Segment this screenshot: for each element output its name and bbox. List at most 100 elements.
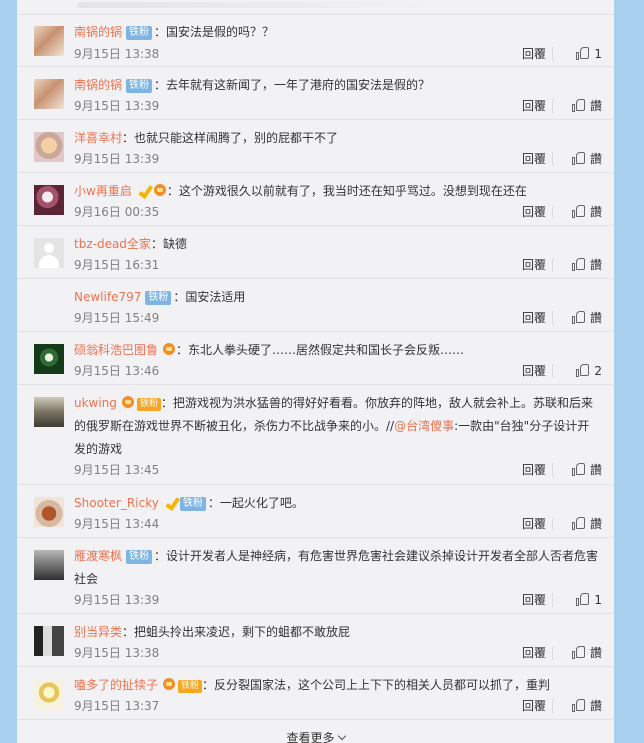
fan-badge[interactable]: 铁粉: [126, 79, 153, 93]
like-count: 讚: [589, 152, 602, 166]
thumb-up-icon: [571, 516, 586, 530]
reply-button[interactable]: 回覆: [522, 257, 546, 273]
fan-badge[interactable]: 铁粉: [126, 26, 153, 40]
username-link[interactable]: 南锅的锅: [74, 25, 122, 39]
fan-badge[interactable]: 铁粉: [178, 680, 203, 693]
comment-item: 别当异类：把蛆头拎出来凌迟，剩下的蛆都不敢放屁 9月15日 13:38 回覆 讚: [17, 614, 614, 667]
like-button[interactable]: 讚: [558, 98, 602, 114]
reply-button[interactable]: 回覆: [522, 363, 546, 379]
fan-badge[interactable]: 铁粉: [126, 550, 153, 564]
verified-v-icon[interactable]: [163, 496, 176, 509]
avatar-head: [44, 243, 54, 253]
comment-line: Newlife797 铁粉 ：国安法适用: [74, 286, 600, 309]
comment-item: 嗑多了的扯犊子 铁粉 ：反分裂国家法，这个公司上上下下的相关人员都可以抓了，重判 9…: [17, 667, 614, 720]
like-button[interactable]: 讚: [558, 462, 602, 478]
comment-text: ：缺德: [150, 237, 187, 251]
like-count: 讚: [589, 99, 602, 113]
verified-v-icon[interactable]: [136, 184, 149, 197]
comment-text: ：这个游戏很久以前就有了，我当时还在知乎骂过。没想到现在还在: [166, 184, 527, 198]
vip-icon[interactable]: [162, 342, 176, 356]
avatar[interactable]: [34, 497, 64, 527]
divider: [552, 99, 553, 113]
comment-line: 南锅的锅 铁粉 ：去年就有这新闻了，一年了港府的国安法是假的？: [74, 74, 600, 97]
username-link[interactable]: Shooter_Ricky: [74, 496, 159, 510]
reply-button[interactable]: 回覆: [522, 98, 546, 114]
reply-button[interactable]: 回覆: [522, 310, 546, 326]
username-link[interactable]: 硕翁科浩巴图鲁: [74, 343, 158, 357]
avatar[interactable]: [34, 185, 64, 215]
username-link[interactable]: ukwing: [74, 396, 117, 410]
reply-button[interactable]: 回覆: [522, 204, 546, 220]
thumb-up-icon: [576, 46, 590, 60]
comment-text: ：东北人拳头硬了……居然假定共和国长子会反叛……: [176, 343, 465, 357]
username-link[interactable]: 雁渡寒枫: [74, 549, 122, 563]
fan-badge[interactable]: 铁粉: [145, 291, 172, 305]
comment-text: ：去年就有这新闻了，一年了港府的国安法是假的？: [154, 78, 431, 92]
thumb-up-icon: [571, 204, 586, 218]
fan-badge[interactable]: 铁粉: [136, 398, 161, 411]
like-button[interactable]: 讚: [558, 310, 602, 326]
like-button[interactable]: 讚: [558, 204, 602, 220]
comment-item: tbz-dead全家：缺德 9月15日 16:31 回覆 讚: [17, 226, 614, 279]
like-button[interactable]: 讚: [558, 151, 602, 167]
like-count: 讚: [589, 699, 602, 713]
avatar[interactable]: [34, 626, 64, 656]
username-link[interactable]: 南锅的锅: [74, 78, 122, 92]
reply-button[interactable]: 回覆: [522, 462, 546, 478]
thumb-up-icon: [576, 592, 590, 606]
comment-line: 雁渡寒枫 铁粉 ：设计开发者人是神经病，有危害世界危害社会建议杀掉设计开发者全部人否…: [74, 545, 600, 591]
comment-line: ukwing 铁粉 ：把游戏视为洪水猛兽的得好好看看。你放弃的阵地，敌人就会补上。苏…: [74, 392, 600, 461]
like-button[interactable]: 讚: [558, 645, 602, 661]
like-button[interactable]: 2: [558, 363, 602, 379]
comment-item: 小w再重启 ：这个游戏很久以前就有了，我当时还在知乎骂过。没想到现在还在 9月16…: [17, 173, 614, 226]
reply-button[interactable]: 回覆: [522, 46, 546, 62]
comment-line: 南锅的锅 铁粉 ：国安法是假的吗？？: [74, 21, 600, 44]
avatar[interactable]: [34, 344, 64, 374]
default-avatar[interactable]: [34, 238, 64, 268]
timestamp: 9月15日 13:45: [74, 463, 160, 477]
reply-button[interactable]: 回覆: [522, 151, 546, 167]
username-link[interactable]: tbz-dead全家: [74, 237, 151, 251]
timestamp: 9月15日 13:46: [74, 364, 160, 378]
like-count: 2: [594, 364, 602, 378]
divider: [552, 517, 553, 531]
username-link[interactable]: 小w再重启: [74, 184, 132, 198]
comment-item: 硕翁科浩巴图鲁 ：东北人拳头硬了……居然假定共和国长子会反叛…… 9月15日 13…: [17, 332, 614, 385]
avatar[interactable]: [34, 79, 64, 109]
reply-button[interactable]: 回覆: [522, 516, 546, 532]
reply-button[interactable]: 回覆: [522, 698, 546, 714]
like-button[interactable]: 讚: [558, 257, 602, 273]
vip-icon[interactable]: [121, 395, 135, 409]
divider: [552, 311, 553, 325]
faded-content: [77, 2, 447, 8]
like-button[interactable]: 讚: [558, 516, 602, 532]
like-count: 讚: [589, 463, 602, 477]
username-link[interactable]: 洋喜幸村: [74, 131, 122, 145]
username-link[interactable]: Newlife797: [74, 290, 141, 304]
avatar[interactable]: [34, 26, 64, 56]
reply-button[interactable]: 回覆: [522, 645, 546, 661]
fan-badge[interactable]: 铁粉: [179, 497, 206, 511]
comment-item: 雁渡寒枫 铁粉 ：设计开发者人是神经病，有危害世界危害社会建议杀掉设计开发者全部人否…: [17, 538, 614, 614]
vip-icon[interactable]: [162, 677, 176, 691]
comment-text: ：国安法是假的吗？？: [154, 25, 275, 39]
divider: [552, 364, 553, 378]
view-more-button[interactable]: 查看更多: [17, 728, 614, 743]
vip-icon[interactable]: [153, 183, 167, 197]
avatar[interactable]: [34, 550, 64, 580]
thumb-up-icon: [571, 257, 586, 271]
avatar[interactable]: [34, 397, 64, 427]
timestamp: 9月15日 13:39: [74, 99, 160, 113]
like-button[interactable]: 1: [558, 46, 602, 62]
reply-button[interactable]: 回覆: [522, 592, 546, 608]
comment-item: 南锅的锅 铁粉 ：去年就有这新闻了，一年了港府的国安法是假的？ 9月15日 13:3…: [17, 67, 614, 120]
timestamp: 9月15日 13:38: [74, 47, 160, 61]
avatar[interactable]: [34, 679, 64, 709]
username-link[interactable]: 别当异类: [74, 625, 122, 639]
like-button[interactable]: 1: [558, 592, 602, 608]
username-link[interactable]: 嗑多了的扯犊子: [74, 678, 158, 692]
like-button[interactable]: 讚: [558, 698, 602, 714]
thumb-up-icon: [571, 698, 586, 712]
avatar[interactable]: [34, 132, 64, 162]
mention-link[interactable]: @台湾傻事: [394, 419, 454, 433]
